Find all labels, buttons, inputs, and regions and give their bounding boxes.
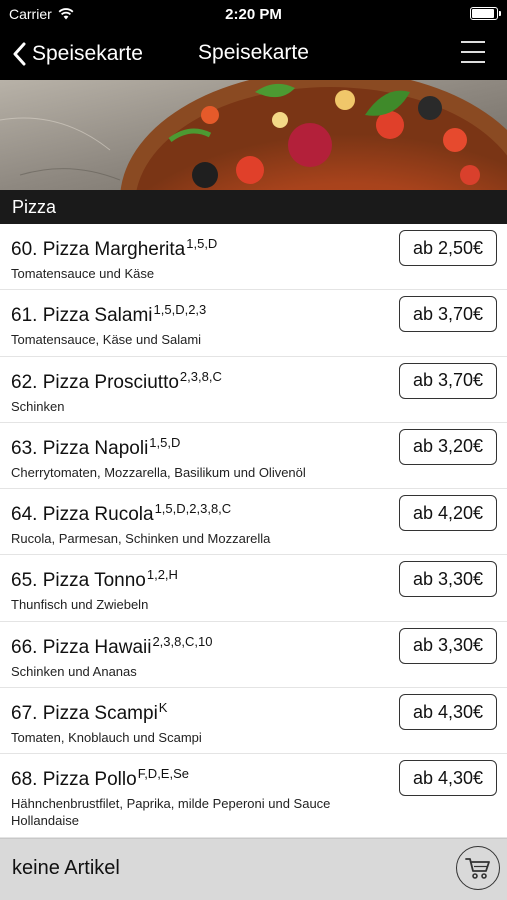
list-item[interactable]: 60. Pizza Margherita1,5,D Tomatensauce u… <box>0 224 507 291</box>
cart-bar: keine Artikel <box>0 838 507 900</box>
item-allergens: 2,3,8,C,10 <box>152 633 213 649</box>
list-item[interactable]: 67. Pizza ScampiK Tomaten, Knoblauch und… <box>0 688 507 755</box>
price-button[interactable]: ab 3,70€ <box>399 296 497 333</box>
item-description: Thunfisch und Zwiebeln <box>11 597 149 613</box>
item-description: Cherrytomaten, Mozzarella, Basilikum und… <box>11 464 306 480</box>
item-allergens: K <box>158 700 168 716</box>
item-description: Tomatensauce, Käse und Salami <box>11 332 202 348</box>
pizza-illustration <box>0 80 507 190</box>
item-description: Tomaten, Knoblauch und Scampi <box>11 730 202 746</box>
cart-button[interactable] <box>456 846 500 890</box>
menu-list: 60. Pizza Margherita1,5,D Tomatensauce u… <box>0 224 507 838</box>
item-allergens: 1,5,D,2,3 <box>153 302 207 318</box>
item-allergens: 1,5,D <box>186 236 218 251</box>
price-button[interactable]: ab 3,70€ <box>399 362 497 399</box>
item-allergens: F,D,E,Se <box>137 766 189 782</box>
price-button[interactable]: ab 3,30€ <box>399 561 497 598</box>
navigation-bar: Speisekarte Speisekarte <box>0 28 507 80</box>
section-header: Pizza <box>0 190 507 224</box>
item-description: Hähnchenbrustfilet, Paprika, milde Peper… <box>11 796 331 829</box>
price-button[interactable]: ab 3,20€ <box>399 428 497 465</box>
list-item[interactable]: 66. Pizza Hawaii2,3,8,C,10 Schinken und … <box>0 622 507 689</box>
price-button[interactable]: ab 4,30€ <box>399 760 497 797</box>
list-item[interactable]: 64. Pizza Rucola1,5,D,2,3,8,C Rucola, Pa… <box>0 489 507 556</box>
list-item[interactable]: 62. Pizza Prosciutto2,3,8,C Schinken ab … <box>0 357 507 423</box>
price-button[interactable]: ab 2,50€ <box>399 230 497 266</box>
back-button[interactable]: Speisekarte <box>12 38 143 70</box>
price-button[interactable]: ab 4,30€ <box>399 694 497 731</box>
item-allergens: 1,5,D,2,3,8,C <box>154 501 232 517</box>
pizza-banner-image <box>0 80 507 190</box>
shopping-cart-icon <box>465 858 490 879</box>
cart-status: keine Artikel <box>12 857 120 879</box>
item-description: Schinken <box>11 398 65 414</box>
list-item[interactable]: 68. Pizza PolloF,D,E,Se Hähnchenbrustfil… <box>0 754 507 838</box>
back-button-label: Speisekarte <box>32 42 143 65</box>
item-allergens: 1,5,D <box>149 434 181 450</box>
status-bar: Carrier 2:20 PM <box>0 0 507 28</box>
hamburger-menu-icon[interactable] <box>461 41 485 65</box>
item-allergens: 2,3,8,C <box>179 368 222 384</box>
section-title: Pizza <box>12 197 57 217</box>
item-description: Rucola, Parmesan, Schinken und Mozzarell… <box>11 531 271 547</box>
list-item[interactable]: 63. Pizza Napoli1,5,D Cherrytomaten, Moz… <box>0 423 507 490</box>
list-item[interactable]: 65. Pizza Tonno1,2,H Thunfisch und Zwieb… <box>0 555 507 622</box>
status-time: 2:20 PM <box>225 6 282 23</box>
price-button[interactable]: ab 3,30€ <box>399 627 497 664</box>
battery-icon <box>470 7 501 20</box>
chevron-left-icon <box>13 42 26 66</box>
item-allergens: 1,2,H <box>146 567 178 583</box>
list-item[interactable]: 61. Pizza Salami1,5,D,2,3 Tomatensauce, … <box>0 290 507 357</box>
price-button[interactable]: ab 4,20€ <box>399 495 497 532</box>
item-description: Tomatensauce und Käse <box>11 266 155 281</box>
item-description: Schinken und Ananas <box>11 663 137 679</box>
